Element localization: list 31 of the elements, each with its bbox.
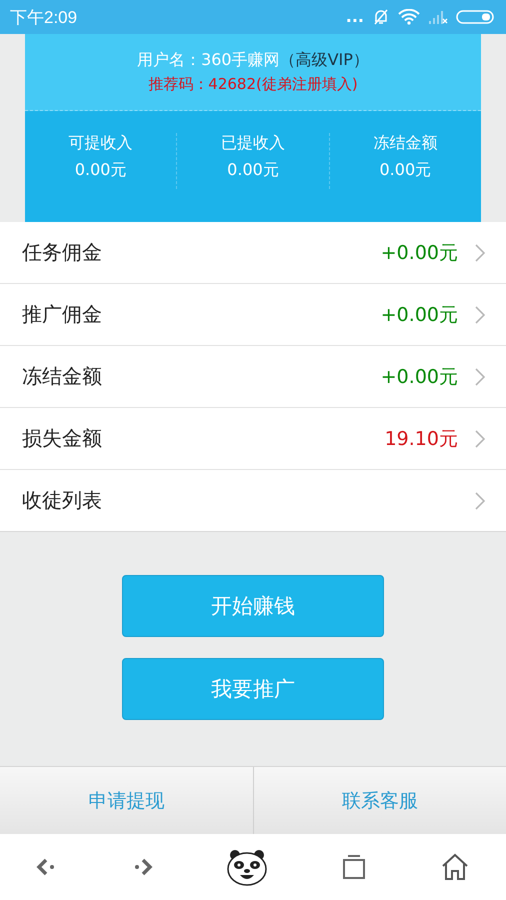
amount-text: +0.00元 [380,364,458,390]
username-text: 用户名：360手赚网 [137,50,280,71]
chevron-right-icon [474,490,486,510]
amount-text: +0.00元 [380,302,458,328]
chevron-right-icon [474,428,486,448]
amount-text: 19.10元 [384,426,458,452]
signal-icon [428,9,448,25]
list-item[interactable]: 冻结金额 +0.00元 [0,346,506,408]
tabs-icon[interactable] [340,854,367,880]
stat-value: 0.00元 [74,160,126,181]
panda-icon[interactable] [226,848,268,886]
stat-value: 0.00元 [227,160,279,181]
battery-icon [456,9,496,25]
more-dots: ... [346,9,364,25]
amount-text: +0.00元 [380,240,458,266]
bell-off-icon [372,8,390,26]
referral-code-text: 推荐码：42682(徒弟注册填入) [148,75,358,94]
home-icon[interactable] [440,853,470,881]
wifi-icon [398,9,420,25]
chevron-right-icon [474,366,486,386]
stat-label: 已提收入 [220,133,285,154]
list-item[interactable]: 推广佣金 +0.00元 [0,284,506,346]
clock-time: 下午2:09 [10,6,78,28]
vip-level-text: （高级VIP） [280,50,369,71]
stat-value: 0.00元 [380,160,432,181]
chevron-right-icon [474,304,486,324]
stat-label: 冻结金额 [373,133,438,154]
chevron-right-icon [474,242,486,262]
list-item[interactable]: 损失金额 19.10元 [0,408,506,470]
stat-label: 可提收入 [68,133,133,154]
list-item[interactable]: 任务佣金 +0.00元 [0,222,506,284]
